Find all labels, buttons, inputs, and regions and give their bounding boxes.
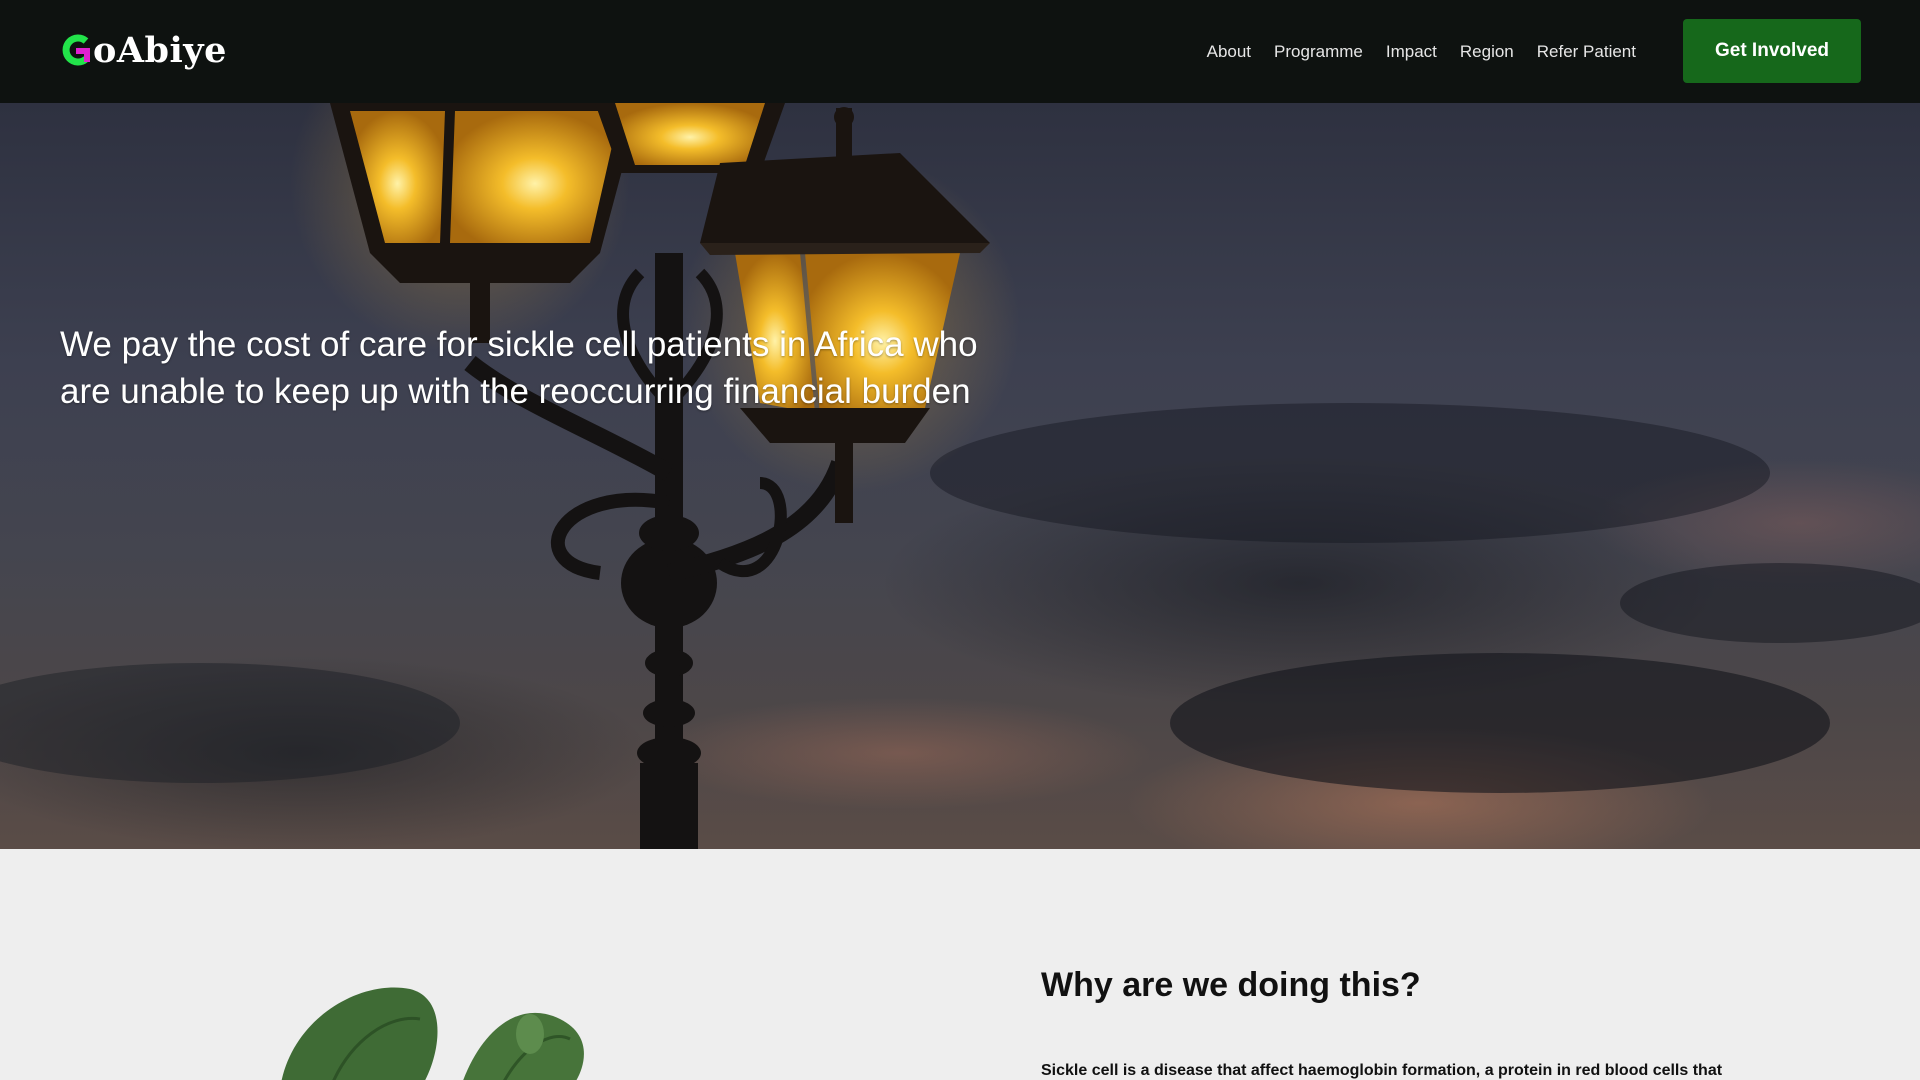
nav-link-impact[interactable]: Impact (1386, 42, 1437, 62)
plant-image (281, 987, 584, 1080)
section-heading: Why are we doing this? (1041, 966, 1421, 1004)
section-body-text: Sickle cell is a disease that affect hae… (1041, 1062, 1723, 1079)
logo-text: oAbiye (93, 29, 227, 71)
get-involved-button[interactable]: Get Involved (1683, 19, 1861, 83)
hero-section: We pay the cost of care for sickle cell … (0, 103, 1920, 849)
nav-link-refer-patient[interactable]: Refer Patient (1537, 42, 1636, 62)
nav-link-region[interactable]: Region (1460, 42, 1514, 62)
main-nav: About Programme Impact Region Refer Pati… (1207, 0, 1636, 103)
why-section: Why are we doing this? Sickle cell is a … (0, 849, 1920, 1080)
nav-link-programme[interactable]: Programme (1274, 42, 1363, 62)
site-header: oAbiye About Programme Impact Region Ref… (0, 0, 1920, 103)
nav-link-about[interactable]: About (1207, 42, 1251, 62)
hero-street-lamp-image (0, 103, 1920, 849)
hero-headline: We pay the cost of care for sickle cell … (60, 325, 978, 411)
logo[interactable]: oAbiye (60, 28, 227, 72)
logo-g-icon (60, 32, 92, 68)
